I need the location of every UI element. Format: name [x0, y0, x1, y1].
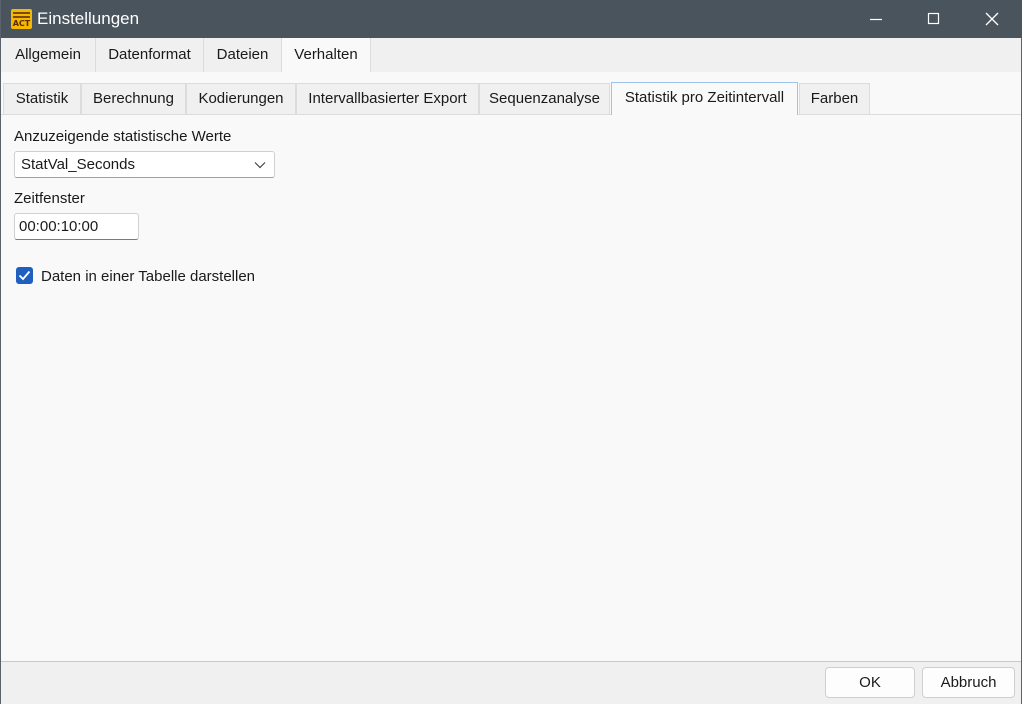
close-button[interactable] [963, 0, 1021, 38]
stat-values-dropdown[interactable]: StatVal_Seconds [14, 151, 275, 178]
tab-allgemein[interactable]: Allgemein [1, 38, 96, 72]
chevron-down-icon [254, 162, 266, 169]
table-checkbox[interactable] [16, 267, 33, 284]
maximize-button[interactable] [905, 0, 963, 38]
stat-values-label: Anzuzeigende statistische Werte [14, 128, 232, 145]
ok-button[interactable]: OK [825, 667, 915, 698]
maximize-icon [927, 12, 940, 25]
title-bar[interactable]: ACT Einstellungen [1, 0, 1022, 38]
sub-tab-strip: Statistik Berechnung Kodierungen Interva… [1, 72, 1021, 115]
minimize-icon [870, 18, 882, 21]
dialog-footer: OK Abbruch [1, 661, 1021, 704]
window-title: Einstellungen [37, 9, 140, 28]
tab-dateien[interactable]: Dateien [204, 38, 282, 72]
checkmark-icon [18, 270, 31, 281]
tab-verhalten[interactable]: Verhalten [282, 38, 371, 73]
subtab-statistik[interactable]: Statistik [3, 83, 81, 114]
settings-window: ACT Einstellungen Allgemein Datenformat … [0, 0, 1022, 704]
subtab-kodierungen[interactable]: Kodierungen [186, 83, 296, 114]
time-window-input[interactable] [14, 213, 139, 240]
subtab-berechnung[interactable]: Berechnung [81, 83, 186, 114]
app-icon: ACT [11, 9, 32, 29]
cancel-button[interactable]: Abbruch [922, 667, 1015, 698]
subtab-farben[interactable]: Farben [799, 83, 870, 114]
app-icon-text: ACT [12, 19, 31, 28]
subtab-statistik-pro-zeitintervall[interactable]: Statistik pro Zeitintervall [611, 82, 798, 115]
tab-datenformat[interactable]: Datenformat [96, 38, 204, 72]
table-checkbox-label[interactable]: Daten in einer Tabelle darstellen [41, 268, 255, 286]
close-icon [985, 12, 999, 26]
time-window-label: Zeitfenster [14, 190, 85, 207]
stat-values-selected: StatVal_Seconds [21, 156, 135, 173]
minimize-button[interactable] [847, 0, 905, 38]
subtab-intervallbasierter-export[interactable]: Intervallbasierter Export [296, 83, 479, 114]
main-tab-strip: Allgemein Datenformat Dateien Verhalten [1, 38, 1021, 73]
subtab-sequenzanalyse[interactable]: Sequenzanalyse [479, 83, 610, 114]
